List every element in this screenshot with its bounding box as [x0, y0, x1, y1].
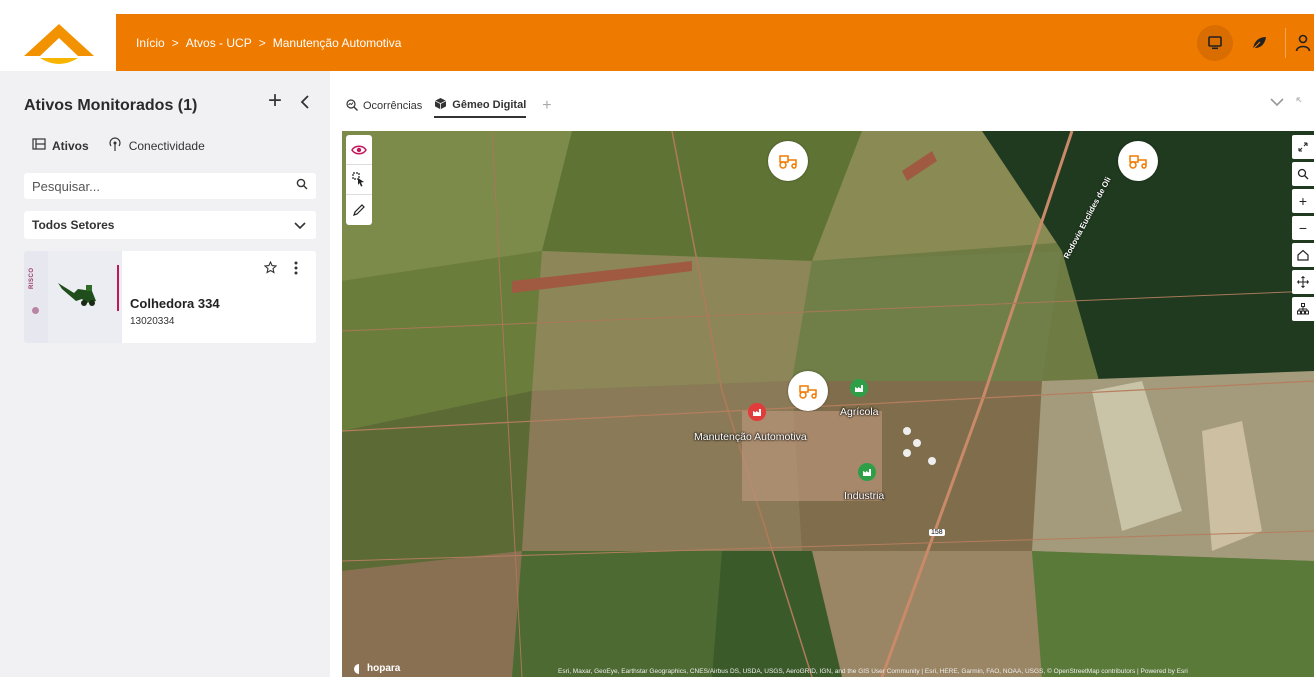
- asset-card[interactable]: RISCO Colhedora 334 13020334: [24, 251, 316, 343]
- monitor-icon[interactable]: [1197, 24, 1233, 61]
- antenna-icon: [107, 137, 123, 154]
- brand-logo-icon: [354, 663, 359, 674]
- tractor-marker[interactable]: [788, 371, 828, 411]
- asset-name: Colhedora 334: [130, 296, 220, 311]
- factory-icon[interactable]: [858, 463, 876, 481]
- home-icon[interactable]: [1292, 243, 1314, 267]
- tab-label: Ativos: [52, 138, 89, 153]
- breadcrumb-separator: >: [171, 35, 179, 50]
- assets-panel: Ativos Monitorados (1) + Ativos Conectiv…: [0, 71, 330, 677]
- top-bar: Início > Atvos - UCP > Manutenção Automo…: [0, 14, 1314, 71]
- satellite-map[interactable]: + − Manutenção Automotiva Agrícola Indus…: [342, 131, 1314, 677]
- tab-conectividade[interactable]: Conectividade: [107, 137, 205, 154]
- list-icon: [32, 138, 46, 153]
- divider: [1285, 27, 1286, 58]
- tab-ativos[interactable]: Ativos: [32, 138, 89, 153]
- breadcrumb-current[interactable]: Manutenção Automotiva: [273, 36, 402, 50]
- search-icon[interactable]: [296, 178, 308, 193]
- risk-label: RISCO: [29, 267, 35, 289]
- main-tabs: Ocorrências Gêmeo Digital +: [346, 94, 552, 118]
- tab-label: Conectividade: [128, 138, 205, 153]
- search-chart-icon: [346, 98, 358, 114]
- search-input[interactable]: Pesquisar...: [24, 173, 316, 199]
- leaf-icon[interactable]: [1239, 23, 1279, 63]
- collapse-arrows-icon[interactable]: [1296, 94, 1306, 112]
- factory-icon[interactable]: [748, 403, 766, 421]
- facility-label: Agrícola: [840, 406, 879, 418]
- select-pointer-icon[interactable]: [346, 165, 372, 195]
- facility-label: Industria: [844, 490, 885, 502]
- chevron-down-icon[interactable]: [1270, 94, 1284, 112]
- tractor-icon: [1129, 155, 1147, 169]
- map-terrain: [342, 131, 1314, 677]
- breadcrumb-separator: >: [258, 35, 266, 50]
- tractor-icon: [779, 155, 797, 169]
- tab-label: Ocorrências: [363, 100, 423, 112]
- breadcrumb: Início > Atvos - UCP > Manutenção Automo…: [136, 14, 401, 71]
- brand-name: hopara: [367, 663, 401, 674]
- add-tab-icon[interactable]: +: [542, 97, 551, 115]
- highway-shield: 158: [929, 529, 945, 536]
- zoom-in-icon[interactable]: +: [1292, 189, 1314, 213]
- accent-line: [117, 265, 119, 311]
- user-icon[interactable]: [1292, 23, 1314, 63]
- star-icon[interactable]: [263, 260, 278, 279]
- sector-select[interactable]: Todos Setores: [24, 211, 316, 239]
- zoom-out-icon[interactable]: −: [1292, 216, 1314, 240]
- facility-label: Manutenção Automotiva: [694, 431, 807, 443]
- tab-ocorrencias[interactable]: Ocorrências: [346, 94, 422, 118]
- chevron-down-icon: [294, 219, 306, 233]
- company-logo[interactable]: [0, 14, 116, 71]
- risk-bar: [24, 251, 48, 343]
- breadcrumb-home[interactable]: Início: [136, 36, 165, 50]
- tab-label: Gêmeo Digital: [452, 99, 527, 111]
- tab-gemeo-digital[interactable]: Gêmeo Digital: [434, 94, 527, 118]
- cube-icon: [434, 97, 447, 113]
- risk-dot: [32, 307, 39, 314]
- factory-icon[interactable]: [850, 379, 868, 397]
- top-icons: [1197, 14, 1314, 71]
- map-brand: hopara: [354, 663, 400, 674]
- breadcrumb-atvos-ucp[interactable]: Atvos - UCP: [186, 36, 252, 50]
- map-right-tools: + −: [1292, 135, 1314, 321]
- panel-tabs: Ativos Conectividade: [32, 137, 205, 154]
- sector-select-value: Todos Setores: [32, 218, 115, 232]
- search-placeholder: Pesquisar...: [32, 178, 100, 194]
- asset-image: [48, 251, 122, 343]
- pan-icon[interactable]: [1292, 270, 1314, 294]
- tractor-marker[interactable]: [768, 141, 808, 181]
- map-left-tools: [346, 135, 372, 225]
- map-attribution: Esri, Maxar, GeoEye, Earthstar Geographi…: [558, 668, 1188, 675]
- pencil-icon[interactable]: [346, 195, 372, 225]
- search-icon[interactable]: [1292, 162, 1314, 186]
- collapse-icon[interactable]: [300, 93, 310, 114]
- add-icon[interactable]: +: [268, 89, 282, 113]
- tractor-marker[interactable]: [1118, 141, 1158, 181]
- more-options-icon[interactable]: [294, 261, 298, 280]
- tractor-icon: [799, 385, 817, 399]
- panel-title: Ativos Monitorados (1): [24, 97, 198, 114]
- eye-icon[interactable]: [346, 135, 372, 165]
- expand-icon[interactable]: [1292, 135, 1314, 159]
- asset-code: 13020334: [130, 316, 175, 327]
- panel-controls: [1270, 94, 1306, 112]
- hierarchy-icon[interactable]: [1292, 297, 1314, 321]
